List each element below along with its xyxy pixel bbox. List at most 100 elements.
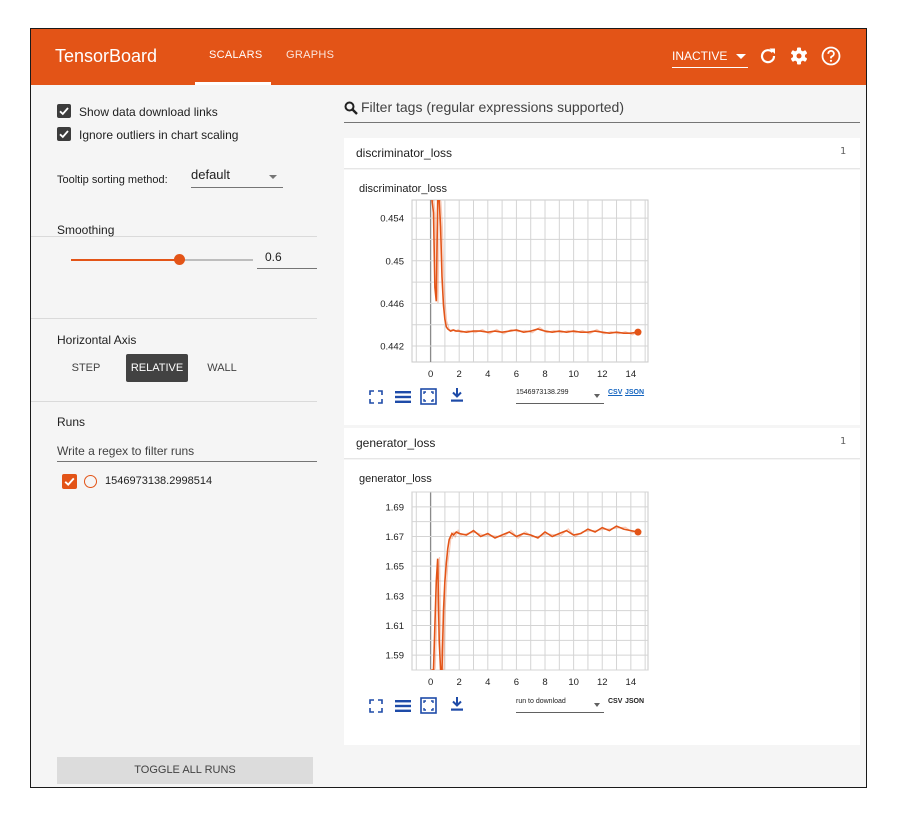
gear-icon[interactable]	[788, 45, 810, 67]
json-link[interactable]: JSON	[625, 389, 644, 396]
runs-filter-input[interactable]: Write a regex to filter runs	[57, 442, 317, 462]
tooltip-sorting-value: default	[191, 167, 231, 182]
y-tick-label: 0.446	[380, 299, 404, 310]
tab-scalars[interactable]: SCALARS	[209, 49, 262, 61]
x-tick-label: 10	[568, 369, 579, 380]
tooltip-sorting-label: Tooltip sorting method:	[57, 174, 168, 186]
plot-area	[411, 199, 649, 363]
x-tick-label: 12	[597, 677, 608, 688]
run-download-value: run to download	[516, 698, 566, 705]
chart-title: discriminator_loss	[359, 183, 448, 195]
chevron-down-icon	[269, 175, 277, 179]
axis-step-button[interactable]: STEP	[61, 354, 111, 382]
tooltip-sorting-dropdown[interactable]: default	[191, 167, 283, 188]
fit-domain-icon[interactable]	[420, 697, 437, 719]
chart-card: generator_loss 1.59 1.61 1.63 1.65 1.67 1.69 0…	[344, 460, 860, 745]
x-tick-label: 12	[597, 369, 608, 380]
chevron-down-icon	[594, 394, 600, 398]
ignore-outliers-checkbox[interactable]	[57, 127, 71, 141]
run-checkbox[interactable]	[62, 474, 77, 489]
smoothing-slider-thumb[interactable]	[174, 254, 185, 265]
tensorboard-window: TensorBoard SCALARS GRAPHS INACTIVE Show…	[30, 28, 867, 788]
smoothing-value: 0.6	[265, 250, 282, 264]
x-tick-label: 4	[485, 369, 490, 380]
status-dropdown[interactable]: INACTIVE	[672, 48, 748, 68]
tag-group-name: generator_loss	[356, 436, 436, 450]
y-tick-label: 1.61	[386, 621, 405, 632]
axis-wall-button[interactable]: WALL	[197, 354, 247, 382]
x-tick-label: 2	[457, 677, 462, 688]
show-download-links-checkbox[interactable]	[57, 104, 71, 118]
run-download-dropdown[interactable]: run to download	[516, 695, 604, 713]
tag-group-count: 1	[839, 146, 846, 157]
chart-title: generator_loss	[359, 473, 432, 485]
y-tick-label: 1.69	[386, 502, 405, 513]
runs-filter-placeholder: Write a regex to filter runs	[57, 444, 195, 458]
tag-group-header[interactable]: generator_loss 1	[344, 428, 860, 459]
smoothing-slider-track[interactable]	[179, 259, 253, 261]
status-label: INACTIVE	[672, 49, 728, 63]
horizontal-axis-label: Horizontal Axis	[57, 333, 137, 347]
run-name: 1546973138.2998514	[105, 475, 213, 487]
chevron-down-icon	[736, 54, 746, 59]
download-icon[interactable]	[450, 387, 464, 408]
csv-link[interactable]: CSV	[608, 389, 622, 396]
filter-tags-input[interactable]: Filter tags (regular expressions support…	[344, 95, 860, 123]
smoothing-input[interactable]: 0.6	[257, 245, 317, 269]
tag-group-count: 1	[839, 436, 846, 447]
run-download-dropdown[interactable]: 1546973138.299	[516, 386, 604, 404]
generator-loss-chart[interactable]: 1.59 1.61 1.63 1.65 1.67 1.69 0 2 4 6 8 10 12 14	[344, 488, 684, 698]
series-end-point	[634, 528, 642, 536]
top-bar: TensorBoard SCALARS GRAPHS INACTIVE	[31, 29, 866, 85]
csv-link[interactable]: CSV	[608, 698, 622, 705]
x-tick-label: 2	[457, 369, 462, 380]
filter-tags-placeholder: Filter tags (regular expressions support…	[361, 99, 625, 115]
smoothing-slider-fill	[71, 259, 179, 261]
runs-label: Runs	[57, 415, 86, 429]
help-icon[interactable]	[820, 45, 842, 67]
tag-group-header[interactable]: discriminator_loss 1	[344, 138, 860, 169]
fullscreen-icon[interactable]	[369, 699, 383, 718]
fullscreen-icon[interactable]	[369, 390, 383, 409]
chevron-down-icon	[594, 703, 600, 707]
y-tick-label: 1.67	[386, 532, 405, 543]
smoothing-label: Smoothing	[57, 223, 115, 237]
x-tick-label: 14	[626, 369, 637, 380]
fit-domain-icon[interactable]	[420, 388, 437, 410]
y-tick-label: 1.63	[386, 591, 405, 602]
x-tick-label: 6	[514, 369, 519, 380]
x-tick-label: 8	[542, 677, 547, 688]
refresh-icon[interactable]	[757, 45, 779, 67]
download-icon[interactable]	[450, 696, 464, 717]
discriminator-loss-chart[interactable]: 0.442 0.446 0.45 0.454 0 2 4 6 8 10 12 14	[344, 198, 684, 390]
x-tick-label: 0	[428, 677, 433, 688]
x-tick-label: 0	[428, 369, 433, 380]
json-link[interactable]: JSON	[625, 698, 644, 705]
list-icon[interactable]	[395, 699, 411, 718]
show-download-links-label: Show data download links	[79, 105, 218, 119]
chart-card: discriminator_loss 0.442 0.446 0.45 0.454 0 2…	[344, 170, 860, 425]
section-divider	[31, 318, 317, 319]
x-tick-label: 10	[568, 677, 579, 688]
section-divider	[31, 401, 317, 402]
y-tick-label: 0.454	[380, 214, 404, 225]
search-icon	[344, 101, 358, 120]
axis-relative-button[interactable]: RELATIVE	[126, 354, 188, 382]
x-tick-label: 4	[485, 677, 490, 688]
brand-title: TensorBoard	[55, 46, 158, 66]
y-tick-label: 1.65	[386, 562, 405, 573]
y-tick-label: 0.45	[386, 256, 405, 267]
ignore-outliers-label: Ignore outliers in chart scaling	[79, 128, 239, 142]
toggle-all-runs-button[interactable]: TOGGLE ALL RUNS	[57, 757, 313, 784]
series-end-point	[634, 328, 642, 336]
list-icon[interactable]	[395, 390, 411, 409]
main-panel: Filter tags (regular expressions support…	[344, 85, 866, 787]
tab-graphs[interactable]: GRAPHS	[286, 49, 334, 61]
tag-group-name: discriminator_loss	[356, 146, 453, 160]
x-tick-label: 14	[626, 677, 637, 688]
sidebar: Show data download links Ignore outliers…	[31, 85, 336, 787]
run-color-indicator	[84, 475, 97, 488]
run-download-value: 1546973138.299	[516, 389, 569, 396]
y-tick-label: 0.442	[380, 342, 404, 353]
x-tick-label: 6	[514, 677, 519, 688]
